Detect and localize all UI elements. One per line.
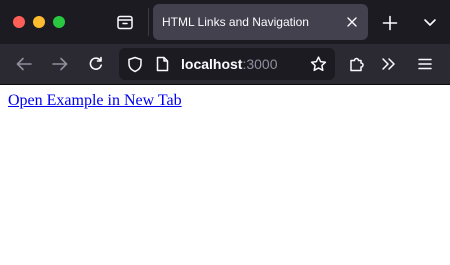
- close-window-button[interactable]: [13, 16, 25, 28]
- page-icon[interactable]: [154, 55, 170, 73]
- double-chevron-icon[interactable]: [380, 55, 398, 73]
- arrow-right-icon[interactable]: [51, 55, 69, 73]
- maximize-window-button[interactable]: [53, 16, 65, 28]
- url-bar[interactable]: localhost:3000: [119, 48, 335, 80]
- arrow-left-icon[interactable]: [15, 55, 33, 73]
- close-icon[interactable]: [345, 15, 359, 29]
- url-port: :3000: [242, 56, 278, 72]
- puzzle-icon[interactable]: [348, 55, 366, 73]
- open-example-link[interactable]: Open Example in New Tab: [8, 92, 182, 110]
- plus-icon[interactable]: [380, 13, 400, 33]
- browser-window: HTML Links and Navigation localhost:3000…: [0, 0, 450, 265]
- active-tab[interactable]: HTML Links and Navigation: [153, 4, 368, 40]
- minimize-window-button[interactable]: [33, 16, 45, 28]
- star-icon[interactable]: [309, 55, 327, 73]
- reload-icon[interactable]: [87, 55, 105, 73]
- url-host: localhost: [181, 56, 243, 72]
- navigation-toolbar: localhost:3000: [0, 44, 450, 84]
- hamburger-icon[interactable]: [417, 56, 433, 72]
- chevron-down-icon[interactable]: [420, 13, 440, 31]
- tab-title: HTML Links and Navigation: [162, 15, 309, 29]
- url-text[interactable]: localhost:3000: [181, 48, 278, 80]
- tabstrip-separator: [148, 8, 149, 36]
- tab-overview-icon[interactable]: [115, 12, 135, 32]
- shield-icon[interactable]: [126, 55, 144, 73]
- page-content: Open Example in New Tab: [0, 85, 450, 265]
- tab-strip: HTML Links and Navigation: [0, 0, 450, 44]
